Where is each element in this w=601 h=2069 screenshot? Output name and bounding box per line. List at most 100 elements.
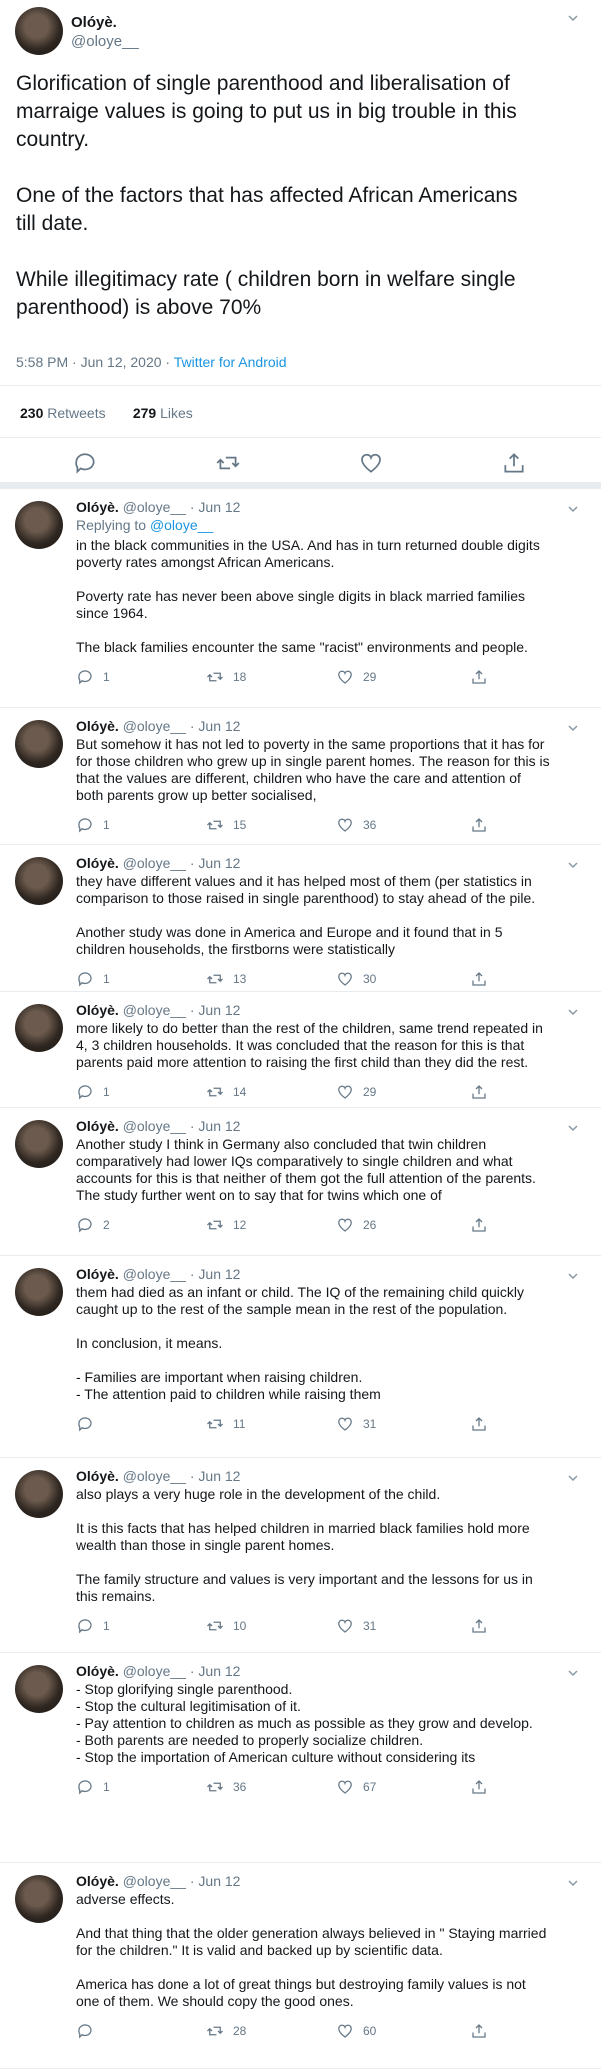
reply-action[interactable]: 1	[76, 1617, 110, 1635]
retweet-icon[interactable]	[215, 450, 241, 476]
retweet-action[interactable]: 28	[206, 2022, 246, 2040]
reply-action[interactable]	[76, 2022, 103, 2040]
retweet-action[interactable]: 11	[206, 1415, 245, 1433]
retweet-action[interactable]: 10	[206, 1617, 246, 1635]
author-name[interactable]: Olóyè.	[76, 1663, 119, 1679]
tweet-date[interactable]: Jun 12	[198, 1266, 240, 1282]
reply-action[interactable]	[76, 1415, 103, 1433]
retweet-action[interactable]: 12	[206, 1216, 246, 1234]
share-action[interactable]	[470, 2022, 497, 2040]
tweet-date[interactable]: Jun 12	[198, 1873, 240, 1889]
author-handle[interactable]: @oloye__	[123, 1663, 186, 1679]
retweet-action[interactable]: 14	[206, 1083, 246, 1101]
author-name[interactable]: Olóyè.	[76, 499, 119, 515]
tweet-date[interactable]: Jun 12	[198, 1663, 240, 1679]
retweet-action[interactable]: 13	[206, 970, 246, 988]
reply-tweet[interactable]: Olóyè. @oloye__ · Jun 12 But somehow it h…	[0, 708, 601, 845]
avatar[interactable]	[15, 1004, 63, 1052]
reply-tweet[interactable]: Olóyè. @oloye__ · Jun 12 also plays a ver…	[0, 1458, 601, 1653]
share-action[interactable]	[470, 970, 497, 988]
like-action[interactable]: 31	[336, 1415, 376, 1433]
like-action[interactable]: 31	[336, 1617, 376, 1635]
reply-tweet[interactable]: Olóyè. @oloye__ · Jun 12 Replying to @olo…	[0, 489, 601, 708]
reply-tweet[interactable]: Olóyè. @oloye__ · Jun 12 Another study I …	[0, 1108, 601, 1256]
share-action[interactable]	[470, 1415, 497, 1433]
author-handle[interactable]: @oloye__	[123, 1873, 186, 1889]
author-handle[interactable]: @oloye__	[123, 499, 186, 515]
reply-action[interactable]: 1	[76, 1778, 110, 1796]
author-name[interactable]: Olóyè.	[76, 1118, 119, 1134]
author-handle[interactable]: @oloye__	[123, 718, 186, 734]
main-tweet[interactable]: Olóyè. @oloye__ Glorification of single …	[0, 0, 601, 490]
like-action[interactable]: 67	[336, 1778, 376, 1796]
author-handle[interactable]: @oloye__	[123, 1266, 186, 1282]
author-handle[interactable]: @oloye__	[71, 33, 139, 50]
author-name[interactable]: Olóyè.	[76, 1468, 119, 1484]
author-name[interactable]: Olóyè.	[76, 1873, 119, 1889]
avatar[interactable]	[15, 720, 63, 768]
share-action[interactable]	[470, 1083, 497, 1101]
chevron-down-icon[interactable]	[567, 12, 579, 24]
author-handle[interactable]: @oloye__	[123, 1468, 186, 1484]
reply-tweet[interactable]: Olóyè. @oloye__ · Jun 12 they have differ…	[0, 845, 601, 992]
chevron-down-icon[interactable]	[567, 1472, 579, 1484]
reply-icon[interactable]	[72, 450, 98, 476]
author-name[interactable]: Olóyè.	[76, 718, 119, 734]
tweet-date[interactable]: Jun 12	[198, 1118, 240, 1134]
author-name[interactable]: Olóyè.	[71, 14, 117, 31]
author-name[interactable]: Olóyè.	[76, 1002, 119, 1018]
chevron-down-icon[interactable]	[567, 503, 579, 515]
avatar[interactable]	[15, 7, 63, 55]
reply-tweet[interactable]: Olóyè. @oloye__ · Jun 12 them had died as…	[0, 1256, 601, 1458]
share-action[interactable]	[470, 816, 497, 834]
like-action[interactable]: 30	[336, 970, 376, 988]
share-action[interactable]	[470, 1778, 497, 1796]
tweet-source[interactable]: Twitter for Android	[174, 354, 287, 370]
author-handle[interactable]: @oloye__	[123, 1002, 186, 1018]
chevron-down-icon[interactable]	[567, 1877, 579, 1889]
chevron-down-icon[interactable]	[567, 1667, 579, 1679]
retweet-action[interactable]: 18	[206, 668, 246, 686]
reply-action[interactable]: 1	[76, 816, 110, 834]
avatar[interactable]	[15, 1268, 63, 1316]
chevron-down-icon[interactable]	[567, 722, 579, 734]
tweet-date[interactable]: Jun 12	[198, 718, 240, 734]
author-handle[interactable]: @oloye__	[123, 855, 186, 871]
like-action[interactable]: 60	[336, 2022, 376, 2040]
tweet-date[interactable]: Jun 12	[198, 1002, 240, 1018]
chevron-down-icon[interactable]	[567, 1006, 579, 1018]
reply-tweet[interactable]: Olóyè. @oloye__ · Jun 12 - Stop glorifyin…	[0, 1653, 601, 1863]
author-name[interactable]: Olóyè.	[76, 1266, 119, 1282]
tweet-time[interactable]: 5:58 PM · Jun 12, 2020 ·	[16, 354, 174, 370]
chevron-down-icon[interactable]	[567, 1122, 579, 1134]
reply-tweet[interactable]: Olóyè. @oloye__ · Jun 12 more likely to d…	[0, 992, 601, 1108]
avatar[interactable]	[15, 1470, 63, 1518]
avatar[interactable]	[15, 1875, 63, 1923]
like-action[interactable]: 29	[336, 1083, 376, 1101]
reply-tweet[interactable]: Olóyè. @oloye__ · Jun 12 adverse effects.…	[0, 1863, 601, 2069]
retweet-action[interactable]: 36	[206, 1778, 246, 1796]
like-action[interactable]: 36	[336, 816, 376, 834]
tweet-date[interactable]: Jun 12	[198, 499, 240, 515]
chevron-down-icon[interactable]	[567, 1270, 579, 1282]
tweet-date[interactable]: Jun 12	[198, 855, 240, 871]
reply-action[interactable]: 1	[76, 1083, 110, 1101]
likes-stat[interactable]: 279 Likes	[133, 405, 193, 421]
reply-action[interactable]: 1	[76, 668, 110, 686]
share-action[interactable]	[470, 668, 497, 686]
author-handle[interactable]: @oloye__	[123, 1118, 186, 1134]
replying-to-link[interactable]: @oloye__	[150, 517, 213, 533]
chevron-down-icon[interactable]	[567, 859, 579, 871]
avatar[interactable]	[15, 1120, 63, 1168]
author-name[interactable]: Olóyè.	[76, 855, 119, 871]
reply-action[interactable]: 1	[76, 970, 110, 988]
avatar[interactable]	[15, 1665, 63, 1713]
share-action[interactable]	[470, 1216, 497, 1234]
retweet-action[interactable]: 15	[206, 816, 246, 834]
retweets-stat[interactable]: 230 Retweets	[20, 405, 106, 421]
share-icon[interactable]	[501, 450, 527, 476]
like-action[interactable]: 26	[336, 1216, 376, 1234]
share-action[interactable]	[470, 1617, 497, 1635]
avatar[interactable]	[15, 501, 63, 549]
avatar[interactable]	[15, 857, 63, 905]
